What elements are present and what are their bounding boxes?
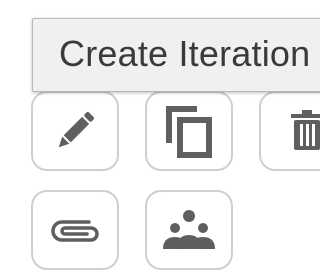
attach-button[interactable] [31,190,119,270]
copy-icon [163,103,215,159]
copy-button[interactable] [145,91,233,171]
group-button[interactable] [145,190,233,270]
delete-button[interactable] [259,91,320,171]
group-icon [161,209,217,251]
edit-button[interactable] [31,91,119,171]
trash-icon [289,110,320,152]
paperclip-icon [49,212,101,248]
tooltip-text: Create Iteration [59,33,311,74]
tooltip: Create Iteration [32,18,320,92]
toolbar-panel: Create Iteration [0,0,320,271]
pencil-icon [50,106,100,156]
